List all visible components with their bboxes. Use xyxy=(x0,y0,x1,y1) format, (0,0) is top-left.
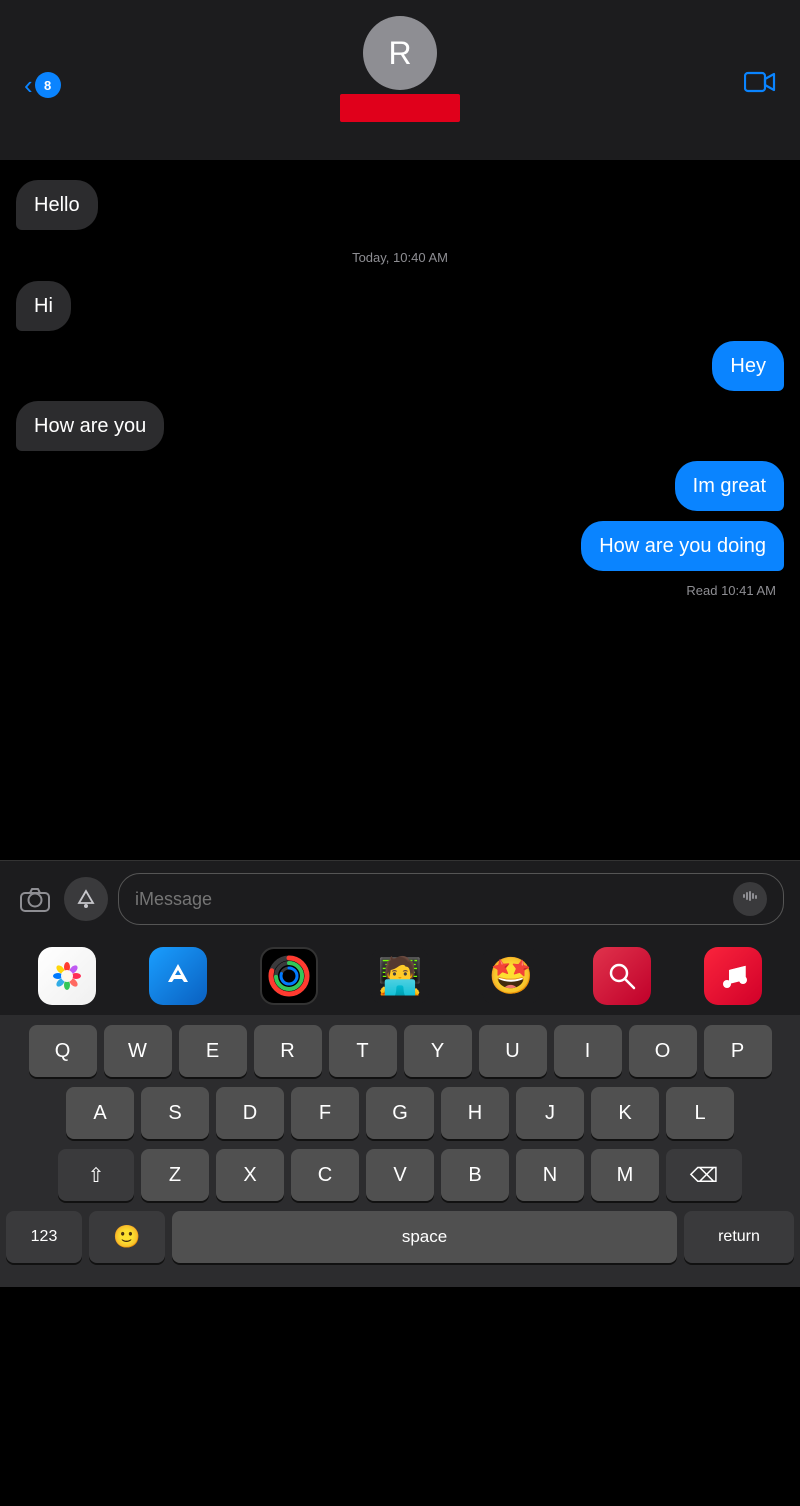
contact-name-bar xyxy=(340,94,460,122)
key-O[interactable]: O xyxy=(629,1025,697,1077)
return-key[interactable]: return xyxy=(684,1211,794,1263)
keyboard-row-4: 123 🙂 space return xyxy=(6,1211,794,1287)
photos-app-icon[interactable] xyxy=(38,947,96,1005)
music-app-icon[interactable] xyxy=(704,947,762,1005)
key-B[interactable]: B xyxy=(441,1149,509,1201)
message-bubble-row: Hello xyxy=(16,180,784,230)
key-D[interactable]: D xyxy=(216,1087,284,1139)
key-G[interactable]: G xyxy=(366,1087,434,1139)
key-F[interactable]: F xyxy=(291,1087,359,1139)
key-E[interactable]: E xyxy=(179,1025,247,1077)
space-key[interactable]: space xyxy=(172,1211,677,1263)
audio-record-button[interactable] xyxy=(733,882,767,916)
key-V[interactable]: V xyxy=(366,1149,434,1201)
key-L[interactable]: L xyxy=(666,1087,734,1139)
header: ‹ 8 R xyxy=(0,0,800,160)
messages-area: Hello Today, 10:40 AM Hi Hey How are you… xyxy=(0,160,800,860)
delete-key[interactable]: ⌫ xyxy=(666,1149,742,1201)
key-U[interactable]: U xyxy=(479,1025,547,1077)
memoji-app-icon[interactable]: 🧑‍💻 xyxy=(371,947,429,1005)
key-T[interactable]: T xyxy=(329,1025,397,1077)
key-H[interactable]: H xyxy=(441,1087,509,1139)
message-bubble-row: How are you xyxy=(16,401,784,451)
message-bubble-row: How are you doing xyxy=(16,521,784,571)
key-R[interactable]: R xyxy=(254,1025,322,1077)
keyboard: Q W E R T Y U I O P A S D F G H J K L ⇧ … xyxy=(0,1015,800,1287)
message-bubble-row: Im great xyxy=(16,461,784,511)
back-button[interactable]: ‹ 8 xyxy=(24,72,61,98)
contact-info: R xyxy=(340,16,460,122)
key-W[interactable]: W xyxy=(104,1025,172,1077)
key-I[interactable]: I xyxy=(554,1025,622,1077)
avatar[interactable]: R xyxy=(363,16,437,90)
shift-key[interactable]: ⇧ xyxy=(58,1149,134,1201)
key-J[interactable]: J xyxy=(516,1087,584,1139)
read-receipt: Read 10:41 AM xyxy=(16,583,784,598)
message-input[interactable] xyxy=(135,889,725,910)
numbers-key[interactable]: 123 xyxy=(6,1211,82,1263)
received-bubble: Hi xyxy=(16,281,71,331)
app-store-app-icon[interactable] xyxy=(149,947,207,1005)
message-bubble-row: Hey xyxy=(16,341,784,391)
sent-bubble: Im great xyxy=(675,461,784,511)
back-badge-count: 8 xyxy=(35,72,61,98)
keyboard-row-3: ⇧ Z X C V B N M ⌫ xyxy=(6,1149,794,1201)
timestamp-divider: Today, 10:40 AM xyxy=(16,250,784,265)
app-row: 🧑‍💻 🤩 xyxy=(0,937,800,1015)
key-P[interactable]: P xyxy=(704,1025,772,1077)
key-N[interactable]: N xyxy=(516,1149,584,1201)
sent-bubble: Hey xyxy=(712,341,784,391)
key-C[interactable]: C xyxy=(291,1149,359,1201)
key-K[interactable]: K xyxy=(591,1087,659,1139)
key-A[interactable]: A xyxy=(66,1087,134,1139)
input-bar xyxy=(0,860,800,937)
key-Y[interactable]: Y xyxy=(404,1025,472,1077)
emoji-key[interactable]: 🙂 xyxy=(89,1211,165,1263)
keyboard-row-1: Q W E R T Y U I O P xyxy=(6,1025,794,1077)
stickers-app-icon[interactable]: 🤩 xyxy=(482,947,540,1005)
key-M[interactable]: M xyxy=(591,1149,659,1201)
keyboard-row-2: A S D F G H J K L xyxy=(6,1087,794,1139)
camera-button[interactable] xyxy=(16,880,54,918)
received-bubble: How are you xyxy=(16,401,164,451)
back-chevron-icon: ‹ xyxy=(24,72,33,98)
key-Q[interactable]: Q xyxy=(29,1025,97,1077)
message-bubble-row: Hi xyxy=(16,281,784,331)
video-call-button[interactable] xyxy=(744,70,776,101)
sent-bubble: How are you doing xyxy=(581,521,784,571)
key-S[interactable]: S xyxy=(141,1087,209,1139)
key-Z[interactable]: Z xyxy=(141,1149,209,1201)
key-X[interactable]: X xyxy=(216,1149,284,1201)
message-input-wrap xyxy=(118,873,784,925)
app-search-icon[interactable] xyxy=(593,947,651,1005)
received-bubble: Hello xyxy=(16,180,98,230)
app-store-small-button[interactable] xyxy=(64,877,108,921)
fitness-app-icon[interactable] xyxy=(260,947,318,1005)
